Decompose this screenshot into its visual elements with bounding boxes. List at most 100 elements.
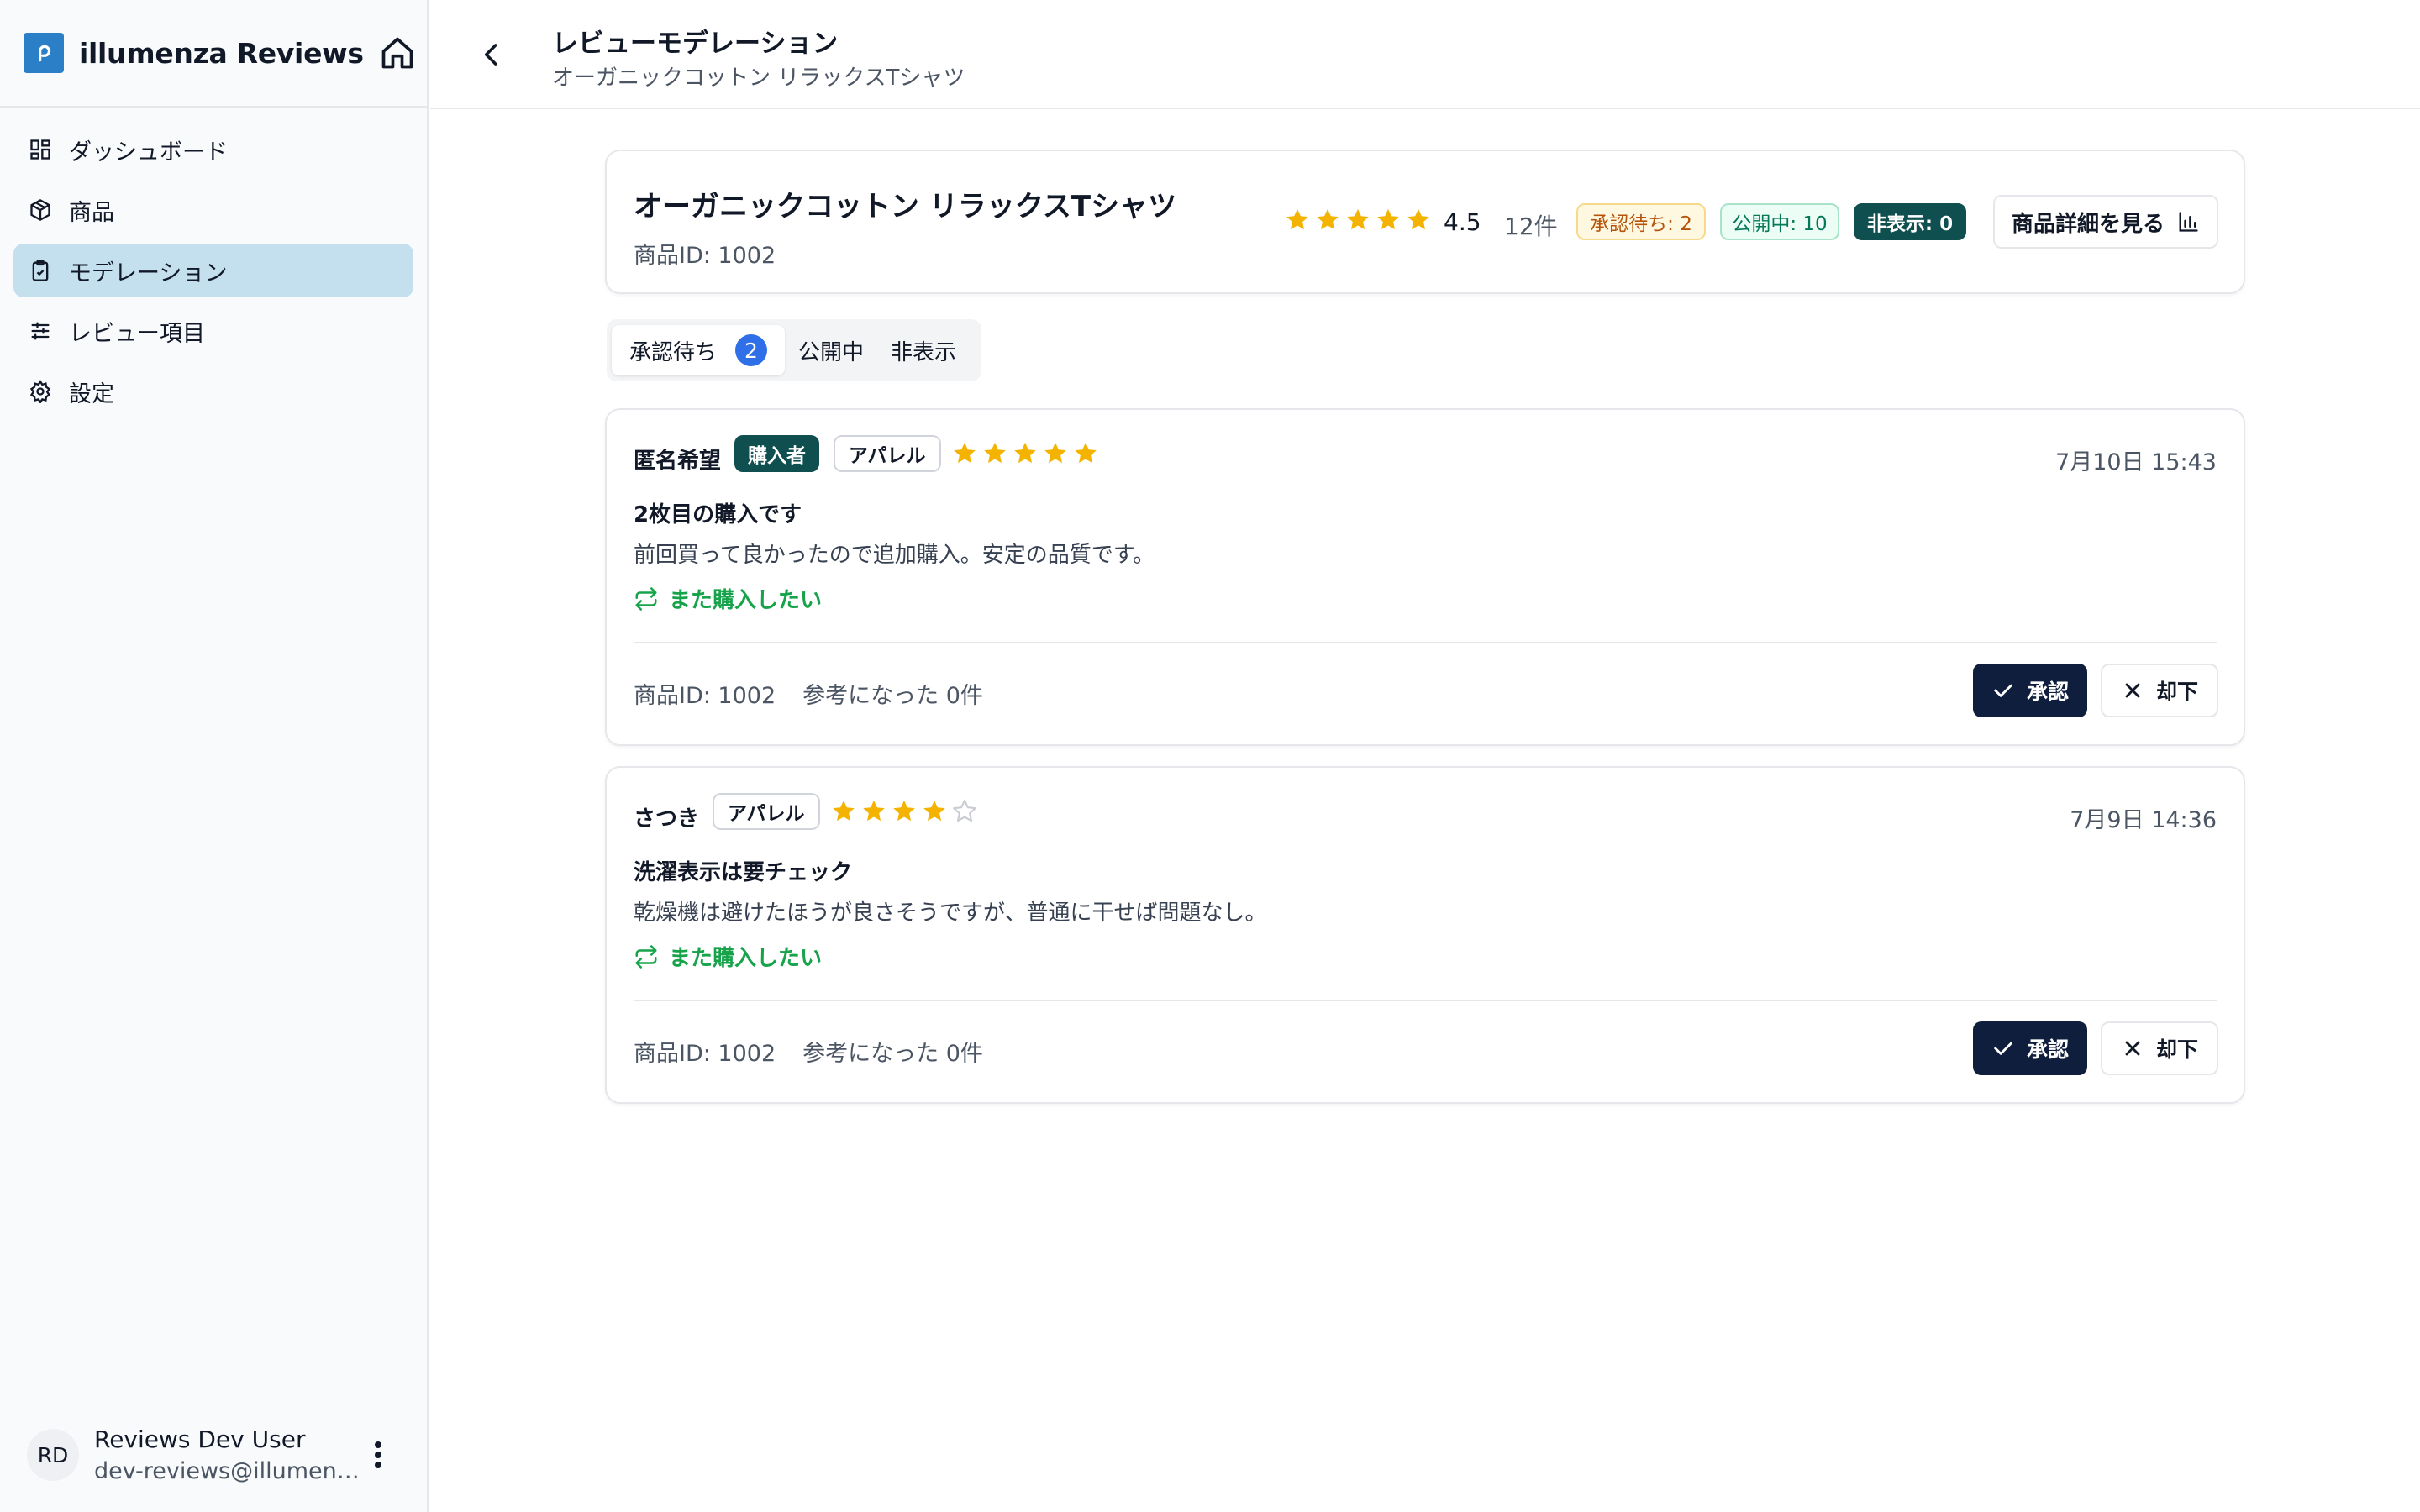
product-id: 商品ID: 1002	[634, 243, 776, 269]
close-icon	[2125, 1041, 2140, 1056]
sidebar-item-dashboard[interactable]: ダッシュボード	[13, 123, 413, 176]
page-title: レビューモデレーション	[552, 29, 839, 59]
product-summary-card: オーガニックコットン リラックスTシャツ 商品ID: 1002 4.5 12件 …	[605, 150, 2245, 294]
approve-label: 承認	[2026, 680, 2069, 704]
sliders-icon	[27, 318, 54, 344]
sidebar-item-review-fields[interactable]: レビュー項目	[13, 304, 413, 358]
close-icon	[2125, 683, 2140, 698]
reject-label: 却下	[2155, 1037, 2198, 1062]
sidebar-item-settings[interactable]: 設定	[13, 365, 413, 418]
star-empty-icon	[953, 799, 976, 822]
sidebar-item-label: レビュー項目	[69, 320, 205, 347]
category-tag: アパレル	[834, 435, 941, 472]
buyer-tag: 購入者	[734, 435, 819, 472]
gear-icon	[27, 378, 54, 405]
rebuy-indicator: また購入したい	[634, 941, 822, 972]
page-subtitle: オーガニックコットン リラックスTシャツ	[552, 66, 965, 91]
review-body: 乾燥機は避けたほうが良さそうですが、普通に干せば問題なし。	[634, 900, 1267, 926]
reviewer-name: 匿名希望	[634, 449, 722, 474]
tab-pending[interactable]: 承認待ち 2	[612, 325, 785, 375]
sidebar-item-label: ダッシュボード	[69, 139, 228, 165]
rebuy-indicator: また購入したい	[634, 583, 822, 614]
product-detail-label: 商品詳細を見る	[2011, 211, 2165, 237]
star-filled-icon	[923, 800, 945, 822]
reject-button[interactable]: 却下	[2101, 1021, 2218, 1075]
user-email: dev-reviews@illumenz...	[94, 1458, 363, 1484]
review-rating-stars	[830, 798, 981, 825]
rebuy-label: また購入したい	[669, 946, 823, 971]
tab-label: 公開中	[798, 339, 865, 365]
approve-button[interactable]: 承認	[1973, 1021, 2087, 1075]
sidebar-nav: ダッシュボード 商品 モデレーション レビュー項目 設定	[0, 108, 427, 440]
star-filled-icon	[893, 800, 915, 822]
sidebar-item-moderation[interactable]: モデレーション	[13, 244, 413, 297]
review-date: 7月9日 14:36	[2070, 807, 2217, 833]
tab-label: 承認待ち	[629, 339, 717, 365]
star-filled-icon	[1377, 208, 1399, 230]
status-badge-pending: 承認待ち: 2	[1576, 203, 1706, 240]
review-card: 匿名希望 購入者 アパレル 7月10日 15:43 2枚目の購入です 前回買って…	[605, 408, 2245, 746]
star-filled-icon	[1286, 208, 1308, 230]
sidebar-item-label: モデレーション	[69, 260, 228, 286]
star-filled-icon	[1317, 208, 1339, 230]
brand-header: illumenza Reviews	[0, 0, 427, 108]
sidebar-item-products[interactable]: 商品	[13, 183, 413, 237]
product-name: オーガニックコットン リラックスTシャツ	[634, 190, 1177, 223]
approve-button[interactable]: 承認	[1973, 664, 2087, 717]
home-icon[interactable]	[379, 34, 416, 71]
user-name: Reviews Dev User	[94, 1425, 306, 1453]
star-filled-icon	[1407, 208, 1429, 230]
brand-logo-icon[interactable]	[24, 33, 64, 73]
star-filled-icon	[1014, 442, 1036, 464]
star-filled-icon	[984, 442, 1006, 464]
review-card: さつき アパレル 7月9日 14:36 洗濯表示は要チェック 乾燥機は避けたほう…	[605, 766, 2245, 1104]
status-tabs: 承認待ち 2 公開中 非表示	[607, 319, 981, 381]
check-icon	[1994, 1042, 2012, 1055]
approve-label: 承認	[2026, 1037, 2069, 1062]
avatar: RD	[27, 1429, 79, 1481]
brand-name[interactable]: illumenza Reviews	[79, 37, 364, 70]
product-detail-button[interactable]: 商品詳細を見る	[1993, 195, 2218, 249]
review-rating-stars	[951, 440, 1102, 467]
review-footer: 商品ID: 1002 参考になった 0件	[634, 1035, 983, 1068]
package-icon	[27, 197, 54, 223]
sidebar-item-label: 商品	[69, 199, 114, 226]
user-profile[interactable]: RD Reviews Dev User dev-reviews@illumenz…	[27, 1423, 405, 1487]
dashboard-icon	[27, 136, 54, 163]
reject-label: 却下	[2155, 680, 2198, 704]
repeat-icon	[635, 586, 657, 611]
product-rating-value: 4.5	[1444, 208, 1481, 236]
back-arrow-icon[interactable]	[476, 39, 508, 74]
tab-public[interactable]: 公開中	[785, 325, 877, 375]
reject-button[interactable]: 却下	[2101, 664, 2218, 717]
star-filled-icon	[863, 800, 885, 822]
more-vertical-icon[interactable]	[366, 1438, 390, 1475]
page-header: レビューモデレーション オーガニックコットン リラックスTシャツ	[430, 0, 2420, 109]
divider	[634, 1000, 2217, 1001]
status-badge-public: 公開中: 10	[1720, 203, 1839, 240]
review-title: 洗濯表示は要チェック	[634, 860, 853, 885]
tab-count-badge: 2	[735, 334, 767, 366]
product-rating-stars	[1284, 207, 1435, 234]
review-body: 前回買って良かったので追加購入。安定の品質です。	[634, 543, 1155, 568]
star-filled-icon	[1347, 208, 1369, 230]
clipboard-check-icon	[27, 257, 54, 284]
star-filled-icon	[1075, 442, 1097, 464]
review-title: 2枚目の購入です	[634, 502, 802, 528]
review-product-id: 商品ID: 1002	[634, 683, 776, 709]
reviewer-name: さつき	[634, 806, 700, 832]
sidebar: illumenza Reviews ダッシュボード 商品 モデレーション レビュ…	[0, 0, 429, 1512]
review-product-id: 商品ID: 1002	[634, 1041, 776, 1067]
helpful-count: 参考になった 0件	[802, 1041, 983, 1067]
star-filled-icon	[833, 800, 855, 822]
review-date: 7月10日 15:43	[2055, 449, 2217, 475]
repeat-icon	[635, 944, 657, 969]
helpful-count: 参考になった 0件	[802, 683, 983, 709]
status-badge-hidden: 非表示: 0	[1854, 203, 1966, 240]
tab-hidden[interactable]: 非表示	[877, 325, 970, 375]
rebuy-label: また購入したい	[669, 588, 823, 613]
sidebar-item-label: 設定	[69, 381, 114, 407]
star-filled-icon	[954, 442, 976, 464]
category-tag: アパレル	[713, 793, 820, 830]
divider	[634, 642, 2217, 643]
